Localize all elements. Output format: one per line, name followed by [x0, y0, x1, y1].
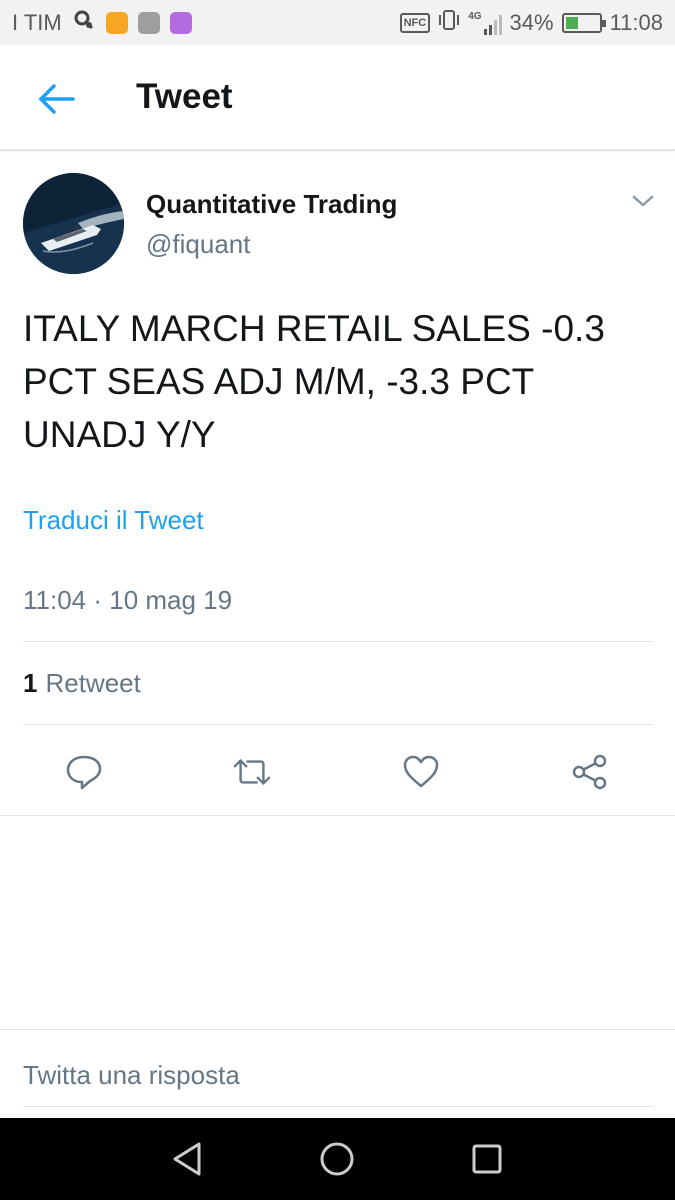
gallery-app-icon: [137, 11, 160, 34]
status-time: 11:08: [609, 9, 663, 35]
app-header: Tweet: [0, 45, 675, 151]
tweet-text: ITALY MARCH RETAIL SALES -0.3 PCT SEAS A…: [23, 308, 605, 455]
divider: [23, 724, 653, 725]
retweet-button[interactable]: [232, 752, 272, 792]
keyboard-app-icon: [169, 11, 192, 34]
arrow-left-icon: [39, 84, 75, 114]
retweet-label: Retweet: [45, 668, 141, 698]
system-nav-bar: [0, 1118, 675, 1200]
signal-icon: 4G: [468, 10, 502, 35]
page-title: Tweet: [136, 77, 233, 116]
share-button[interactable]: [570, 752, 610, 792]
share-icon: [572, 754, 607, 790]
status-bar: I TIM NFC 4G 34% 11:08: [0, 0, 675, 45]
heart-icon: [403, 755, 439, 788]
lock-app-icon: [105, 11, 128, 34]
retweet-count: 1: [23, 668, 38, 698]
tweet-timestamp: 11:04 · 10 mag 19: [23, 585, 233, 615]
back-triangle-icon: [173, 1142, 201, 1176]
search-app-icon: [72, 8, 96, 38]
retweet-icon: [233, 759, 271, 785]
divider: [0, 815, 675, 816]
home-circle-icon: [320, 1142, 354, 1176]
more-options-button[interactable]: [630, 192, 656, 210]
recents-square-icon: [472, 1144, 502, 1174]
chevron-down-icon: [632, 195, 654, 207]
author-name[interactable]: Quantitative Trading: [146, 189, 397, 220]
carrier-label: I TIM: [12, 9, 62, 35]
system-recents-button[interactable]: [466, 1138, 508, 1180]
system-back-button[interactable]: [166, 1138, 208, 1180]
battery-percent: 34%: [509, 9, 554, 35]
divider: [23, 641, 653, 642]
reply-underline: [23, 1106, 653, 1107]
retweet-stats[interactable]: 1 Retweet: [23, 668, 141, 699]
tweet-actions: [0, 740, 675, 802]
status-right: NFC 4G 34% 11:08: [399, 8, 663, 38]
battery-icon: [561, 12, 606, 33]
nfc-icon: NFC: [399, 12, 431, 33]
divider: [0, 1029, 675, 1030]
back-button[interactable]: [36, 81, 76, 117]
yacht-photo-icon: [23, 173, 124, 274]
author-handle[interactable]: @fiquant: [146, 229, 250, 260]
like-button[interactable]: [401, 752, 441, 792]
reply-button[interactable]: [64, 752, 104, 792]
status-left: I TIM: [12, 8, 192, 38]
vibrate-icon: [438, 8, 460, 38]
speech-bubble-icon: [66, 755, 102, 790]
avatar[interactable]: [23, 173, 124, 274]
network-type-label: 4G: [468, 10, 482, 22]
reply-input[interactable]: Twitta una risposta: [23, 1060, 240, 1091]
system-home-button[interactable]: [316, 1138, 358, 1180]
translate-tweet-link[interactable]: Traduci il Tweet: [23, 505, 204, 536]
